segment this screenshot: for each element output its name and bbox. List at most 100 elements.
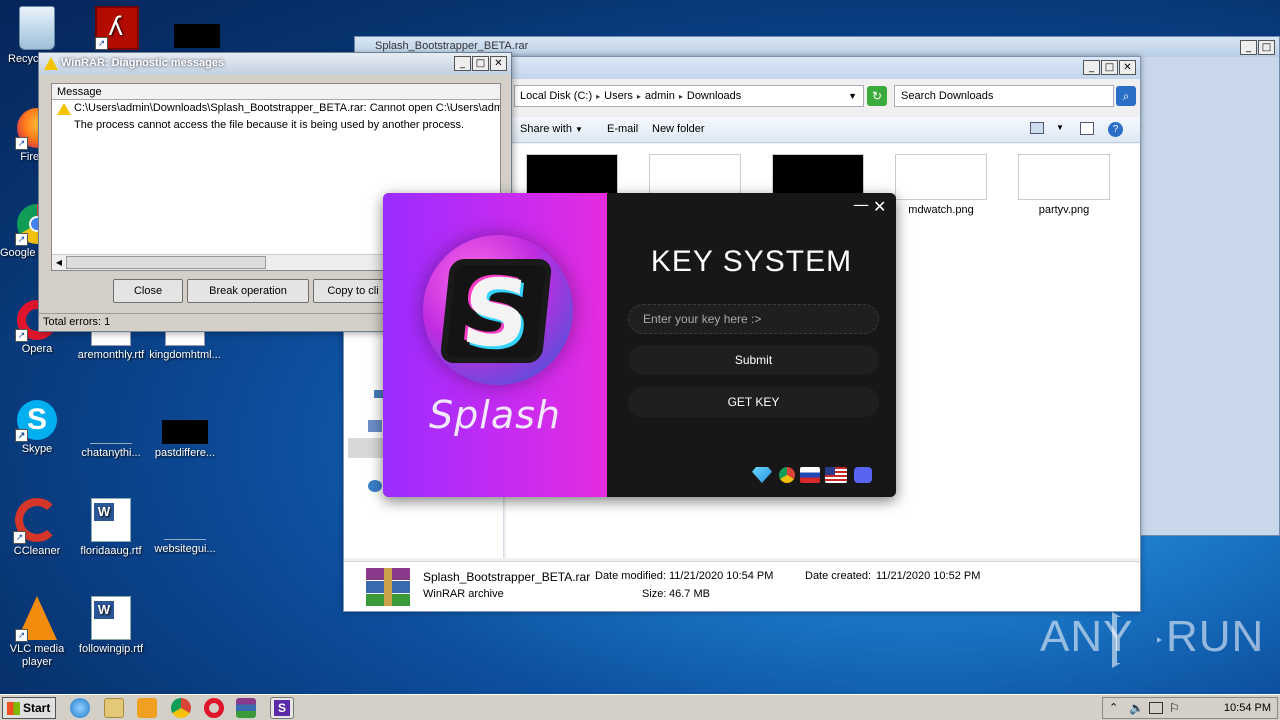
close-button[interactable]: Close: [113, 279, 183, 303]
minimize-button[interactable]: —: [853, 195, 869, 214]
winrar-archive-icon: [366, 568, 410, 606]
shortcut-arrow-icon: ↗: [15, 629, 28, 642]
submit-button[interactable]: Submit: [628, 345, 879, 375]
breadcrumb-item[interactable]: Local Disk (C:): [520, 90, 592, 102]
key-panel: — ✕ KEY SYSTEM Enter your key here :> Su…: [607, 193, 896, 497]
maximize-button[interactable]: □: [472, 56, 489, 71]
maximize-button[interactable]: □: [1101, 60, 1118, 75]
message-row[interactable]: The process cannot access the file becau…: [52, 117, 500, 134]
shortcut-arrow-icon: ↗: [15, 137, 28, 150]
desktop-icon-vlc[interactable]: ↗ VLC media player: [0, 596, 74, 669]
email-button[interactable]: E-mail: [607, 123, 638, 135]
refresh-icon[interactable]: ↻: [867, 86, 887, 106]
close-button[interactable]: ✕: [873, 197, 886, 216]
file-item[interactable]: partyv.png: [1018, 154, 1110, 216]
chrome-icon[interactable]: [171, 698, 191, 718]
globe-icon[interactable]: [368, 480, 382, 492]
share-with-button[interactable]: Share with ▼: [520, 123, 583, 135]
message-row[interactable]: C:\Users\admin\Downloads\Splash_Bootstra…: [52, 100, 500, 117]
key-input[interactable]: Enter your key here :>: [628, 304, 879, 334]
details-created-label: Date created:: [805, 570, 872, 582]
file-explorer-icon[interactable]: [104, 698, 124, 718]
address-dropdown-icon[interactable]: ▼: [848, 91, 857, 101]
desktop-icon-black-file[interactable]: [160, 24, 234, 51]
breadcrumb-item[interactable]: admin: [645, 90, 675, 102]
chrome-icon[interactable]: [779, 467, 795, 483]
desktop-icon-websitegui[interactable]: websitegui...: [148, 498, 222, 556]
splash-taskbar-button[interactable]: S: [270, 697, 294, 719]
dialog-titlebar[interactable]: WinRAR: Diagnostic messages: [39, 53, 511, 75]
copy-to-clipboard-button[interactable]: Copy to cli: [313, 279, 393, 303]
window-controls: _ □ ✕: [454, 56, 507, 71]
file-item[interactable]: mdwatch.png: [895, 154, 987, 216]
splash-key-system-window[interactable]: S Splash — ✕ KEY SYSTEM Enter your key h…: [383, 193, 896, 497]
window-controls: _ □ ✕: [1083, 60, 1136, 75]
new-folder-button[interactable]: New folder: [652, 123, 705, 135]
desktop-icon-chatanythi[interactable]: chatanythi...: [74, 410, 148, 460]
details-size-label: Size:: [642, 588, 667, 600]
network-icon[interactable]: [368, 420, 382, 432]
desktop-icon-ccleaner[interactable]: ↗ CCleaner: [0, 498, 74, 558]
clock[interactable]: 10:54 PM: [1224, 702, 1271, 714]
view-icon[interactable]: [1030, 122, 1044, 134]
search-icon[interactable]: ⌕: [1116, 86, 1136, 106]
diamond-icon[interactable]: [752, 467, 772, 483]
close-button[interactable]: ✕: [490, 56, 507, 71]
recycle-bin-icon: [19, 6, 55, 50]
opera-icon[interactable]: [204, 698, 224, 718]
usa-flag-icon[interactable]: [825, 467, 847, 483]
message-column-header[interactable]: Message: [52, 84, 500, 100]
dialog-title: WinRAR: Diagnostic messages: [61, 57, 225, 69]
help-icon[interactable]: ?: [1108, 122, 1123, 137]
break-operation-button[interactable]: Break operation: [187, 279, 309, 303]
search-input[interactable]: Search Downloads: [894, 85, 1114, 107]
media-player-icon[interactable]: [137, 698, 157, 718]
chevron-down-icon: ▼: [575, 125, 583, 134]
preview-pane-icon[interactable]: [1080, 122, 1094, 135]
russia-flag-icon[interactable]: [800, 467, 820, 483]
breadcrumb-item[interactable]: Downloads: [687, 90, 741, 102]
start-button[interactable]: Start: [2, 697, 56, 719]
breadcrumb-arrow-icon[interactable]: ▸: [637, 92, 641, 101]
winrar-icon[interactable]: [236, 698, 256, 718]
volume-icon[interactable]: 🔈: [1129, 701, 1144, 715]
file-thumbnail-icon: [174, 24, 220, 48]
acrobat-icon: ʎ ↗: [95, 6, 139, 50]
details-filetype: WinRAR archive: [423, 588, 504, 600]
ccleaner-icon: ↗: [13, 498, 59, 544]
maximize-button[interactable]: □: [1258, 40, 1275, 55]
desktop-icon-floridaaug[interactable]: W floridaaug.rtf: [74, 498, 148, 558]
internet-explorer-icon[interactable]: [70, 698, 90, 718]
splash-app-icon: S: [274, 700, 290, 716]
key-system-title: KEY SYSTEM: [650, 245, 853, 278]
details-filename: Splash_Bootstrapper_BETA.rar: [423, 570, 591, 584]
word-document-icon: W: [91, 596, 131, 640]
splash-brand-name: Splash: [429, 393, 561, 437]
get-key-button[interactable]: GET KEY: [628, 387, 879, 417]
scrollbar-thumb[interactable]: [66, 256, 266, 269]
show-hidden-icons-icon[interactable]: ⌃: [1109, 701, 1118, 714]
minimize-button[interactable]: _: [454, 56, 471, 71]
desktop-icon-skype[interactable]: S ↗ Skype: [0, 400, 74, 456]
breadcrumb-arrow-icon[interactable]: ▸: [596, 92, 600, 101]
desktop-icon-pastdiffere[interactable]: pastdiffere...: [148, 410, 222, 460]
scroll-left-icon[interactable]: ◀: [53, 256, 65, 269]
breadcrumb-arrow-icon[interactable]: ▸: [679, 92, 683, 101]
vlc-icon: ↗: [15, 596, 57, 642]
discord-icon[interactable]: [854, 467, 872, 483]
desktop-icon-pdf[interactable]: ʎ ↗: [80, 6, 154, 53]
close-button[interactable]: ✕: [1119, 60, 1136, 75]
skype-icon: S ↗: [15, 400, 57, 442]
chevron-down-icon[interactable]: ▼: [1056, 123, 1064, 132]
shortcut-arrow-icon: ↗: [15, 329, 28, 342]
minimize-button[interactable]: _: [1083, 60, 1100, 75]
desktop-icon-followingip[interactable]: W followingip.rtf: [74, 596, 148, 656]
network-icon[interactable]: [1149, 702, 1163, 714]
file-icon: [164, 498, 206, 540]
minimize-button[interactable]: _: [1240, 40, 1257, 55]
action-center-flag-icon[interactable]: ⚐: [1169, 701, 1180, 715]
splash-logo-icon: S: [439, 259, 553, 367]
address-bar[interactable]: Local Disk (C:) ▸ Users ▸ admin ▸ Downlo…: [514, 85, 864, 107]
warning-icon: [57, 103, 71, 115]
breadcrumb-item[interactable]: Users: [604, 90, 633, 102]
